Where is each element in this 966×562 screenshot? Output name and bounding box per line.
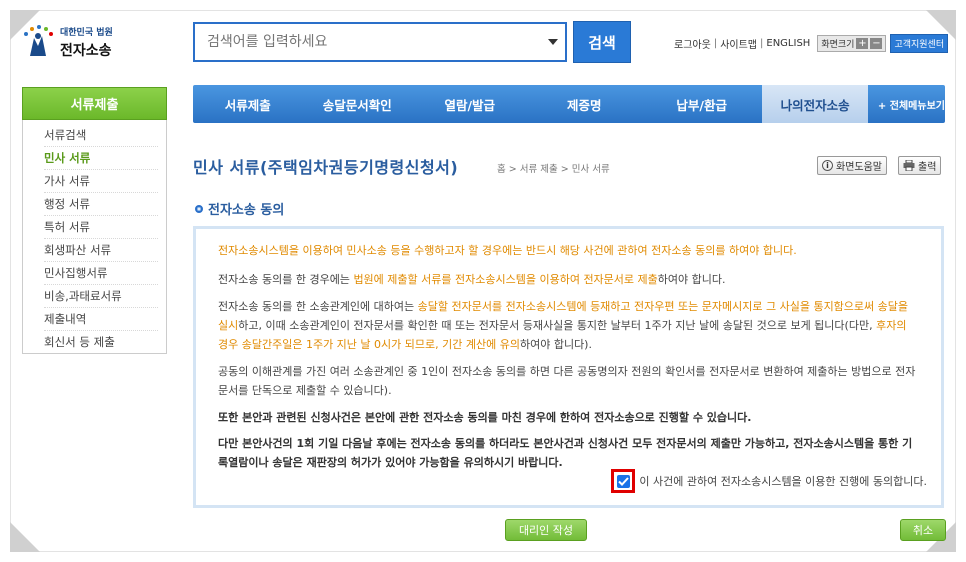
- agree-row: 이 사건에 관하여 전자소송시스템을 이용한 진행에 동의합니다.: [611, 469, 927, 493]
- section-title: 전자소송 동의: [195, 199, 284, 218]
- consent-paragraph-3: 전자소송 동의를 한 소송관계인에 대하여는 송달할 전자문서를 전자소송시스템…: [218, 297, 919, 354]
- sidebar-menu: 서류검색 민사 서류 가사 서류 행정 서류 특허 서류 회생파산 서류 민사집…: [22, 120, 167, 354]
- nav-view-issue[interactable]: 열람/발급: [412, 85, 527, 123]
- sitemap-link[interactable]: 사이트맵: [720, 36, 757, 51]
- font-increase-button[interactable]: +: [856, 38, 869, 49]
- court-logo[interactable]: 대한민국 법원 전자소송: [20, 24, 113, 60]
- nav-service-check[interactable]: 송달문서확인: [303, 85, 413, 123]
- nav-certificate[interactable]: 제증명: [527, 85, 640, 123]
- sidebar-item-patent[interactable]: 특허 서류: [44, 216, 158, 239]
- consent-paragraph-4: 공동의 이해관계를 가진 여러 소송관계인 중 1인이 전자소송 동의를 하면 …: [218, 365, 916, 397]
- consent-notice: 전자소송시스템을 이용하여 민사소송 등을 수행하고자 할 경우에는 반드시 해…: [218, 244, 797, 257]
- text: 전자소송 동의를 한 소송관계인에 대하여는: [218, 300, 418, 313]
- sidebar-item-civil[interactable]: 민사 서류: [44, 147, 158, 170]
- utility-links: 로그아웃 | 사이트맵 | ENGLISH 화면크기 + − 고객지원센터: [674, 34, 949, 53]
- bullet-icon: [195, 204, 203, 213]
- chevron-down-icon[interactable]: [541, 39, 565, 45]
- checkmark-icon: [618, 476, 629, 486]
- consent-content-box: 전자소송시스템을 이용하여 민사소송 등을 수행하고자 할 경우에는 반드시 해…: [193, 226, 944, 508]
- main-nav: 서류제출 송달문서확인 열람/발급 제증명 납부/환급 나의전자소송 + 전체메…: [193, 85, 945, 123]
- print-button[interactable]: 출력: [898, 156, 942, 175]
- text: 하고, 이때 소송관계인이 전자문서를 확인한 때 또는 전자문서 등재사실을 …: [238, 319, 877, 332]
- font-decrease-button[interactable]: −: [870, 38, 883, 49]
- text: 하여야 합니다).: [519, 338, 592, 351]
- font-size-label: 화면크기: [821, 40, 855, 50]
- divider: |: [760, 38, 764, 49]
- english-link[interactable]: ENGLISH: [766, 38, 810, 49]
- help-button-label: 화면도움말: [836, 162, 882, 173]
- sidebar-item-family[interactable]: 가사 서류: [44, 170, 158, 193]
- sidebar-item-search[interactable]: 서류검색: [44, 124, 158, 147]
- sidebar-item-administrative[interactable]: 행정 서류: [44, 193, 158, 216]
- nav-submit[interactable]: 서류제출: [193, 85, 303, 123]
- help-button[interactable]: i 화면도움말: [817, 156, 887, 175]
- divider: |: [713, 38, 718, 49]
- cancel-button[interactable]: 취소: [900, 519, 946, 541]
- all-menu-link[interactable]: + 전체메뉴보기: [878, 97, 945, 112]
- court-emblem-icon: [20, 24, 56, 60]
- agree-label[interactable]: 이 사건에 관하여 전자소송시스템을 이용한 진행에 동의합니다.: [639, 472, 927, 491]
- nav-payment[interactable]: 납부/환급: [641, 85, 762, 123]
- logout-link[interactable]: 로그아웃: [674, 36, 711, 51]
- logo-subtitle: 대한민국 법원: [60, 27, 113, 38]
- page-title: 민사 서류(주택임차권등기명령신청서): [193, 158, 459, 177]
- logo-title: 전자소송: [60, 42, 112, 59]
- consent-paragraph-6: 다만 본안사건의 1회 기일 다음날 후에는 전자소송 동의를 하더라도 본안사…: [218, 437, 913, 469]
- consent-paragraph-2: 전자소송 동의를 한 경우에는 법원에 제출할 서류를 전자소송시스템을 이용하…: [218, 270, 919, 289]
- search-button[interactable]: 검색: [573, 21, 631, 63]
- sidebar-item-history[interactable]: 제출내역: [44, 308, 158, 331]
- sidebar-item-execution[interactable]: 민사집행서류: [44, 262, 158, 285]
- sidebar-title: 서류제출: [22, 87, 167, 120]
- nav-my-litigation[interactable]: 나의전자소송: [762, 85, 868, 123]
- print-button-label: 출력: [918, 162, 937, 173]
- agree-checkbox[interactable]: [616, 474, 630, 488]
- agree-checkbox-highlight: [611, 469, 636, 493]
- text: 하여야 합니다.: [657, 273, 726, 286]
- section-title-text: 전자소송 동의: [208, 203, 285, 218]
- consent-paragraph-5: 또한 본안과 관련된 신청사건은 본안에 관한 전자소송 동의를 마친 경우에 …: [218, 411, 752, 424]
- font-size-control: 화면크기 + −: [817, 35, 887, 52]
- printer-icon: [903, 160, 915, 171]
- search-input[interactable]: [195, 24, 541, 60]
- sidebar-item-noncontentious[interactable]: 비송,과태료서류: [44, 285, 158, 308]
- highlight-text: 법원에 제출할 서류를 전자소송시스템을 이용하여 전자문서로 제출: [353, 273, 658, 286]
- sidebar-item-bankruptcy[interactable]: 회생파산 서류: [44, 239, 158, 262]
- info-icon: i: [822, 160, 833, 171]
- proxy-write-button[interactable]: 대리인 작성: [505, 519, 587, 541]
- search-box: [193, 22, 567, 62]
- sidebar-item-reply[interactable]: 회신서 등 제출: [44, 331, 158, 353]
- customer-center-button[interactable]: 고객지원센터: [890, 34, 949, 53]
- breadcrumb: 홈 > 서류 제출 > 민사 서류: [497, 164, 610, 175]
- text: 전자소송 동의를 한 경우에는: [218, 273, 354, 286]
- frame-corner-bottom-left: [10, 522, 40, 552]
